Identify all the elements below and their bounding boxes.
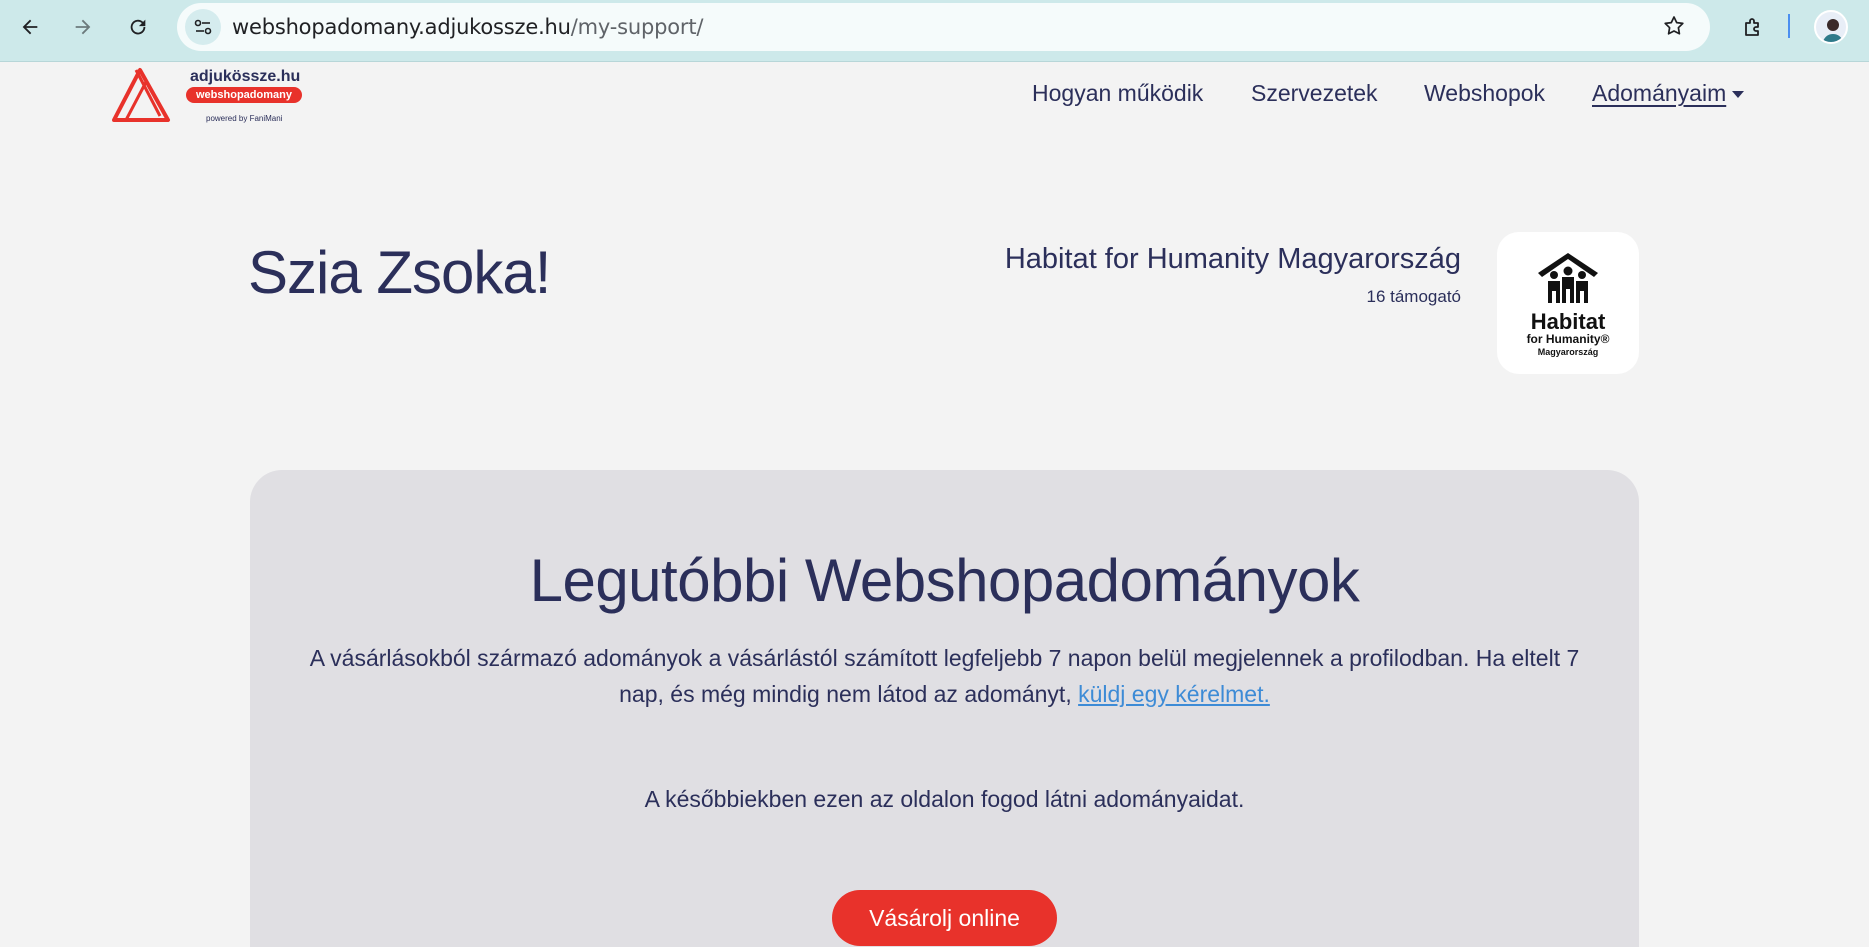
nav-adomanyaim-label: Adományaim (1592, 80, 1727, 106)
card-description: A vásárlásokból származó adományok a vás… (290, 640, 1599, 712)
arrow-left-icon (22, 19, 38, 35)
logo-badge: webshopadomany (186, 87, 302, 103)
org-logo-line2: for Humanity® (1526, 332, 1610, 347)
back-button[interactable] (12, 9, 48, 45)
habitat-house-icon (1538, 253, 1598, 304)
profile-avatar[interactable] (1814, 10, 1848, 44)
greeting-heading: Szia Zsoka! (248, 239, 551, 306)
logo-name: adjukössze.hu (190, 68, 301, 85)
recent-donations-card: Legutóbbi Webshopadományok A vásárlásokb… (250, 470, 1639, 947)
forward-button[interactable] (65, 9, 101, 45)
browser-toolbar: webshopadomany.adjukossze.hu/my-support/ (0, 0, 1869, 62)
card-title: Legutóbbi Webshopadományok (529, 547, 1360, 614)
caret-down-icon (1732, 91, 1745, 99)
org-supporters: 16 támogató (1366, 287, 1461, 306)
shop-online-button[interactable]: Vásárolj online (832, 890, 1057, 946)
nav-adomanyaim-dropdown[interactable]: Adományaim (1592, 80, 1745, 107)
reload-icon (130, 19, 146, 35)
card-description-text: A vásárlásokból származó adományok a vás… (309, 645, 1580, 707)
site-logo[interactable]: adjukössze.hu webshopadomany powered by … (106, 62, 306, 126)
url-text[interactable]: webshopadomany.adjukossze.hu/my-support/ (232, 15, 703, 39)
extensions-puzzle-icon[interactable] (1735, 9, 1771, 45)
logo-triangle-icon (112, 68, 170, 122)
arrow-right-icon (75, 19, 91, 35)
site-info-icon[interactable] (185, 9, 221, 45)
logo-powered-by: powered by FaniMani (206, 114, 283, 123)
address-bar[interactable]: webshopadomany.adjukossze.hu/my-support/ (177, 3, 1710, 51)
nav-szervezetek[interactable]: Szervezetek (1251, 80, 1378, 107)
url-path: /my-support/ (570, 15, 704, 39)
request-link[interactable]: küldj egy kérelmet. (1078, 681, 1270, 707)
nav-webshopok[interactable]: Webshopok (1424, 80, 1545, 107)
org-name[interactable]: Habitat for Humanity Magyarország (1005, 243, 1461, 276)
card-note: A későbbiekben ezen az oldalon fogod lát… (644, 786, 1245, 812)
org-logo[interactable]: Habitat for Humanity® Magyarország (1497, 232, 1639, 374)
bookmark-star-icon[interactable] (1662, 14, 1686, 43)
nav-hogyan-mukodik[interactable]: Hogyan működik (1032, 80, 1203, 107)
org-logo-line1: Habitat (1530, 309, 1606, 335)
url-domain: webshopadomany.adjukossze.hu (232, 15, 571, 39)
org-logo-line3: Magyarország (1537, 346, 1599, 357)
reload-button[interactable] (120, 9, 156, 45)
toolbar-separator (1788, 14, 1790, 38)
